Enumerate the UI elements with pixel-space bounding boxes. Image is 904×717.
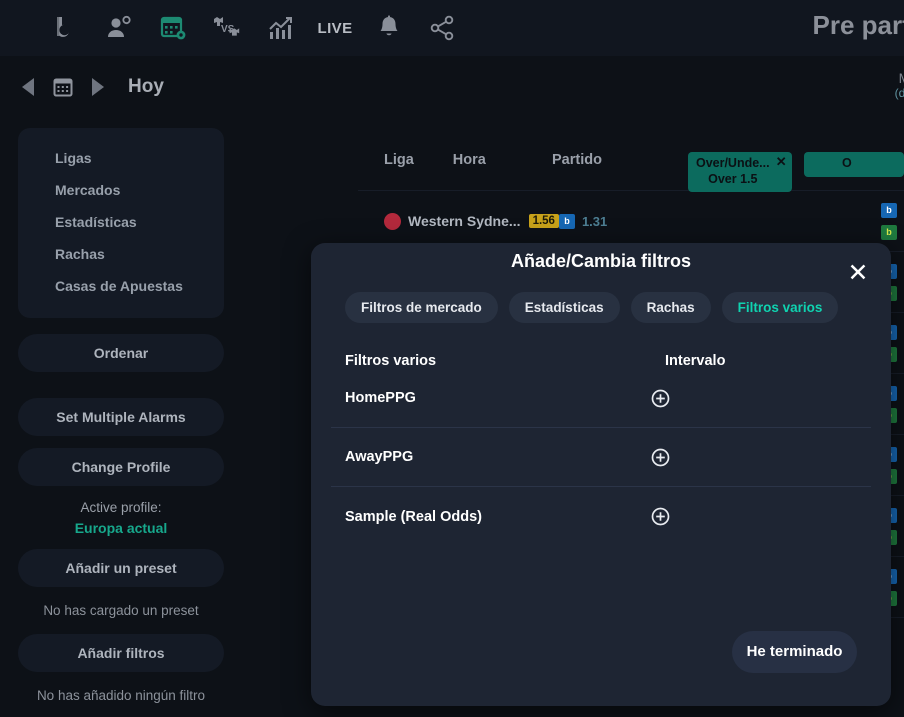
filter-row-awayppg: AwayPPG	[331, 428, 871, 487]
close-icon[interactable]: ✕	[845, 261, 871, 287]
filter-name: HomePPG	[345, 390, 416, 406]
add-change-filters-modal: Añade/Cambia filtros ✕ Filtros de mercad…	[311, 243, 891, 706]
modal-title: Añade/Cambia filtros	[510, 251, 692, 271]
filter-row-sample-real-odds: Sample (Real Odds)	[331, 487, 871, 546]
tab-filtros-de-mercado[interactable]: Filtros de mercado	[345, 292, 498, 323]
column-header-filtros-varios: Filtros varios	[345, 353, 437, 369]
add-interval-icon[interactable]	[651, 389, 670, 408]
modal-overlay: Añade/Cambia filtros ✕ Filtros de mercad…	[0, 0, 904, 717]
modal-tab-bar: Filtros de mercado Estadísticas Rachas F…	[311, 272, 891, 323]
filters-grid-header: Filtros varios Intervalo	[311, 323, 891, 369]
filter-name: AwayPPG	[345, 449, 414, 465]
add-interval-icon[interactable]	[651, 448, 670, 467]
filter-row-homeppg: HomePPG	[331, 369, 871, 428]
tab-rachas[interactable]: Rachas	[630, 292, 711, 323]
add-interval-icon[interactable]	[651, 507, 670, 526]
filter-name: Sample (Real Odds)	[345, 508, 482, 525]
tab-estadisticas[interactable]: Estadísticas	[508, 292, 620, 323]
done-button[interactable]: He terminado	[732, 631, 857, 673]
tab-filtros-varios[interactable]: Filtros varios	[721, 292, 839, 323]
column-header-intervalo: Intervalo	[665, 353, 726, 369]
app-root: VS LIVE Pre parti Hoy Mo (de	[0, 0, 904, 717]
